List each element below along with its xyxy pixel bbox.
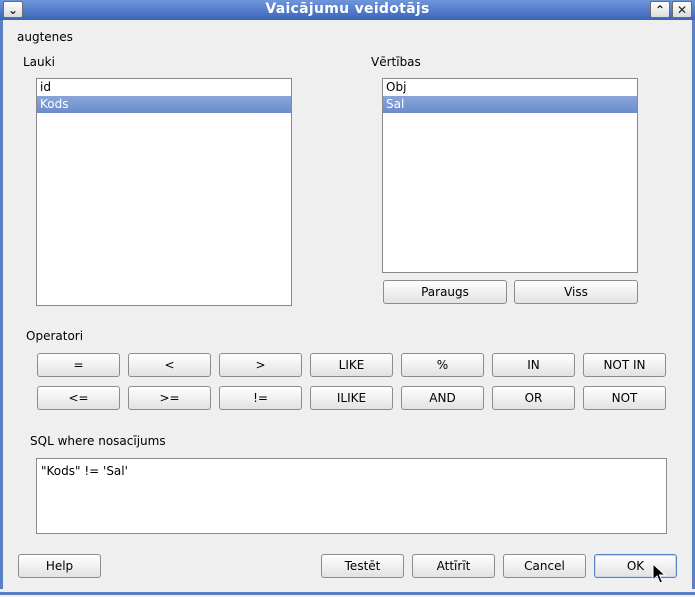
window-title: Vaicājumu veidotājs — [265, 1, 430, 17]
sql-where-input[interactable]: "Kods" != 'Sal' — [36, 458, 667, 534]
window-bottom-border — [0, 589, 695, 597]
operator-not-in-button[interactable]: NOT IN — [583, 353, 666, 377]
operator-ilike-button[interactable]: ILIKE — [310, 386, 393, 410]
layer-name-label: augtenes — [17, 30, 73, 44]
operator-like-button[interactable]: LIKE — [310, 353, 393, 377]
clear-button[interactable]: Attīrīt — [412, 554, 495, 578]
values-list[interactable]: Obj Sal — [382, 78, 638, 273]
close-icon[interactable]: ✕ — [672, 1, 692, 18]
maximize-icon[interactable]: ⌃ — [650, 1, 670, 18]
operator-not-button[interactable]: NOT — [583, 386, 666, 410]
operator-greater-equal-button[interactable]: >= — [128, 386, 211, 410]
dialog-body: augtenes Lauki id Kods Vērtības Obj Sal … — [3, 20, 692, 589]
operator-greater-button[interactable]: > — [219, 353, 302, 377]
values-list-item-selected[interactable]: Sal — [383, 96, 637, 113]
fields-label: Lauki — [23, 55, 55, 69]
all-button[interactable]: Viss — [514, 280, 638, 304]
sql-where-label: SQL where nosacījums — [30, 434, 166, 448]
test-button[interactable]: Testēt — [321, 554, 404, 578]
operators-label: Operatori — [26, 329, 84, 343]
title-bar[interactable]: ⌄ Vaicājumu veidotājs ⌃ ✕ — [0, 0, 695, 20]
operator-less-equal-button[interactable]: <= — [37, 386, 120, 410]
values-list-item[interactable]: Obj — [383, 79, 637, 96]
operator-equals-button[interactable]: = — [37, 353, 120, 377]
help-button[interactable]: Help — [18, 554, 101, 578]
fields-list-item-selected[interactable]: Kods — [37, 96, 291, 113]
operator-or-button[interactable]: OR — [492, 386, 575, 410]
operator-less-button[interactable]: < — [128, 353, 211, 377]
operator-not-equal-button[interactable]: != — [219, 386, 302, 410]
operator-and-button[interactable]: AND — [401, 386, 484, 410]
cancel-button[interactable]: Cancel — [503, 554, 586, 578]
fields-list[interactable]: id Kods — [36, 78, 292, 306]
fields-list-item[interactable]: id — [37, 79, 291, 96]
operator-in-button[interactable]: IN — [492, 353, 575, 377]
mouse-pointer-icon — [652, 563, 666, 584]
operator-percent-button[interactable]: % — [401, 353, 484, 377]
dialog-window: ⌄ Vaicājumu veidotājs ⌃ ✕ augtenes Lauki… — [0, 0, 695, 597]
sample-button[interactable]: Paraugs — [383, 280, 507, 304]
values-label: Vērtības — [371, 55, 421, 69]
